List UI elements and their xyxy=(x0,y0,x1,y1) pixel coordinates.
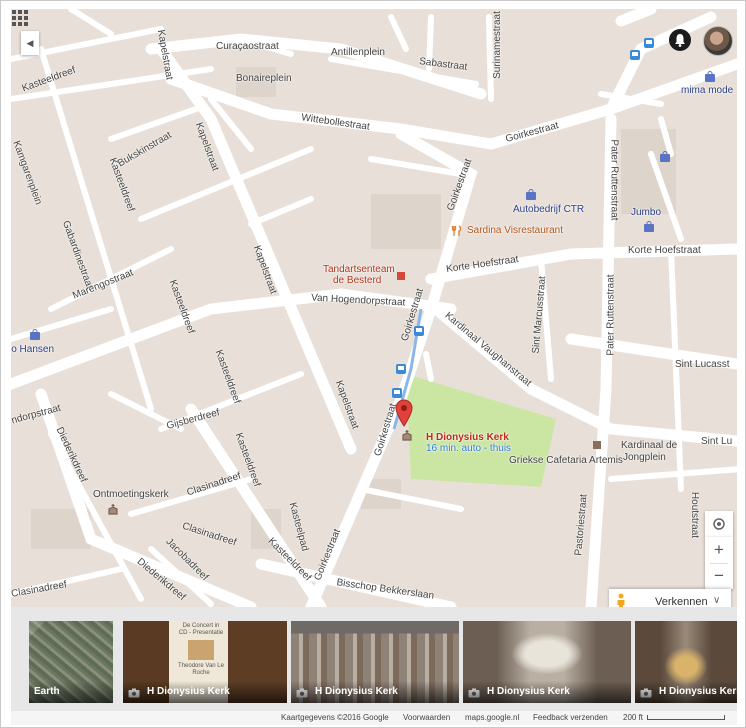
photo-thumbnail[interactable]: H Dionysius Kerk xyxy=(463,621,631,703)
thumbnail-caption: H Dionysius Kerk xyxy=(291,681,459,703)
imagery-strip: Earth De Concert in CD - Presentatie The… xyxy=(11,607,737,711)
church-icon[interactable] xyxy=(107,503,119,515)
map-data-attribution[interactable]: Kaartgegevens ©2016 Google xyxy=(281,711,389,725)
restaurant-icon[interactable] xyxy=(451,225,463,237)
shopping-bag-icon[interactable] xyxy=(29,329,41,341)
apps-grid-icon[interactable] xyxy=(11,9,29,27)
street-label: Antillenplein xyxy=(331,47,385,58)
photo-thumbnail[interactable]: H Dionysius Kerk xyxy=(635,621,737,703)
poi-label[interactable]: Autobedrijf CTR xyxy=(513,204,584,216)
photo-thumbnail[interactable]: De Concert in CD - Presentatie Theodore … xyxy=(123,621,287,703)
zoom-in-button[interactable]: + xyxy=(705,537,733,563)
map-footer: Kaartgegevens ©2016 Google Voorwaarden m… xyxy=(11,711,737,725)
site-link[interactable]: maps.google.nl xyxy=(465,711,519,725)
earth-thumbnail[interactable]: Earth xyxy=(29,621,113,703)
zoom-controls: + − xyxy=(705,537,733,589)
street-label: Korte Hoefstraat xyxy=(628,245,701,256)
dentist-icon[interactable] xyxy=(395,270,407,282)
collapse-panel-button[interactable]: ◀ xyxy=(21,31,39,55)
church-icon[interactable] xyxy=(401,429,413,441)
shopping-bag-icon[interactable] xyxy=(659,151,671,163)
triangle-left-icon: ◀ xyxy=(26,37,34,48)
street-label: Houtstraat xyxy=(689,491,701,539)
bus-stop-icon[interactable] xyxy=(643,37,655,49)
scale-label[interactable]: 200 ft xyxy=(623,711,643,725)
poi-label[interactable]: lo Hansen xyxy=(11,344,54,356)
street-label: Sint Lucasst xyxy=(675,359,730,370)
street-label: Jongplein xyxy=(623,452,666,463)
bell-icon xyxy=(675,34,685,47)
street-label: Surinamestraat xyxy=(491,11,503,79)
poi-label[interactable]: Sardina Visrestaurant xyxy=(467,225,563,237)
street-label: Pater Ruttenstraat xyxy=(605,274,617,356)
maps-window: Curaçaostraat Antillenplein Sabastraat S… xyxy=(0,0,746,728)
street-label: Bonaireplein xyxy=(236,73,292,84)
bus-stop-icon[interactable] xyxy=(391,387,403,399)
shopping-bag-icon[interactable] xyxy=(704,71,716,83)
street-label: Pater Ruttenstraat xyxy=(608,139,620,221)
photo-thumbnail[interactable]: H Dionysius Kerk xyxy=(291,621,459,703)
travel-time[interactable]: 16 min. auto - thuis xyxy=(426,443,511,454)
thumbnail-caption: H Dionysius Kerk xyxy=(123,681,287,703)
feedback-link[interactable]: Feedback verzenden xyxy=(533,711,608,725)
place-pin-icon[interactable] xyxy=(395,399,413,427)
thumbnail-caption: H Dionysius Kerk xyxy=(463,681,631,703)
poi-label[interactable]: Jumbo xyxy=(631,207,661,219)
street-label: Curaçaostraat xyxy=(216,41,279,52)
poi-label[interactable]: Ontmoetingskerk xyxy=(93,489,169,501)
bus-stop-icon[interactable] xyxy=(413,325,425,337)
street-label: Kardinaal de xyxy=(621,440,678,451)
scale-bar[interactable] xyxy=(647,715,725,720)
bus-stop-icon[interactable] xyxy=(395,363,407,375)
shopping-bag-icon[interactable] xyxy=(525,189,537,201)
thumbnail-caption: H Dionysius Kerk xyxy=(635,681,737,703)
poi-label[interactable]: Griekse Cafetaria Artemis xyxy=(509,455,623,467)
zoom-out-button[interactable]: − xyxy=(705,563,733,589)
pegman-icon[interactable] xyxy=(615,593,627,607)
explore-label[interactable]: Verkennen xyxy=(655,596,708,607)
account-avatar[interactable] xyxy=(703,26,733,56)
cd-cover: De Concert in CD - Presentatie Theodore … xyxy=(178,623,224,676)
poi-label[interactable]: de Besterd xyxy=(333,275,381,287)
notifications-button[interactable] xyxy=(669,29,691,51)
thumbnail-caption: Earth xyxy=(29,681,113,703)
crosshair-icon xyxy=(713,518,725,530)
my-location-button[interactable] xyxy=(705,511,733,537)
double-chevron-down-icon[interactable]: ∨ xyxy=(713,595,720,606)
cafe-icon[interactable] xyxy=(591,439,603,451)
map-roads xyxy=(11,9,737,607)
place-title[interactable]: H Dionysius Kerk xyxy=(426,432,509,443)
explore-bar[interactable]: Verkennen ∨ xyxy=(609,589,731,607)
bus-stop-icon[interactable] xyxy=(629,49,641,61)
map-canvas[interactable]: Curaçaostraat Antillenplein Sabastraat S… xyxy=(11,9,737,607)
shopping-bag-icon[interactable] xyxy=(643,221,655,233)
terms-link[interactable]: Voorwaarden xyxy=(403,711,450,725)
poi-label[interactable]: mima mode xyxy=(681,85,733,97)
street-label: Sint Lu xyxy=(701,436,733,447)
